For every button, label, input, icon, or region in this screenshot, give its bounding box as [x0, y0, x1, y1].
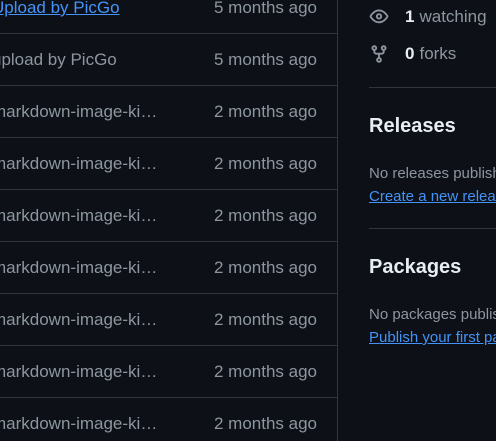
file-row[interactable]: markdown-image-ki… 2 months ago — [0, 398, 337, 441]
file-row[interactable]: markdown-image-ki… 2 months ago — [0, 86, 337, 138]
file-row[interactable]: markdown-image-ki… 2 months ago — [0, 346, 337, 398]
forks-label: forks — [419, 44, 457, 63]
commit-message-link[interactable]: markdown-image-ki… — [0, 242, 157, 294]
watchers-count: 1 — [405, 7, 415, 26]
repository-page: Upload by PicGo 5 months ago upload by P… — [0, 0, 496, 441]
commit-message-link[interactable]: markdown-image-ki… — [0, 86, 157, 138]
commit-time: 2 months ago — [213, 206, 317, 225]
section-divider — [369, 87, 496, 88]
forks-count: 0 — [405, 44, 415, 63]
eye-icon — [369, 7, 389, 27]
file-row[interactable]: markdown-image-ki… 2 months ago — [0, 242, 337, 294]
commit-time: 2 months ago — [213, 414, 317, 433]
create-release-link[interactable]: Create a new release — [369, 188, 496, 205]
repo-sidebar: 1 watching 0 forks Releases No releases … — [369, 0, 496, 441]
file-row[interactable]: markdown-image-ki… 2 months ago — [0, 190, 337, 242]
commit-time: 2 months ago — [213, 258, 317, 277]
forks-link[interactable]: 0 forks — [369, 42, 456, 66]
commit-time: 2 months ago — [213, 362, 317, 381]
repo-forked-icon — [369, 44, 389, 64]
commit-message-link[interactable]: Upload by PicGo — [0, 0, 120, 34]
commit-message-link[interactable]: markdown-image-ki… — [0, 190, 157, 242]
packages-heading[interactable]: Packages — [369, 256, 461, 279]
watchers-label: watching — [419, 7, 487, 26]
commit-message-link[interactable]: markdown-image-ki… — [0, 398, 157, 441]
section-divider — [369, 228, 496, 229]
commit-message-link[interactable]: markdown-image-ki… — [0, 346, 157, 398]
file-row[interactable]: markdown-image-ki… 2 months ago — [0, 138, 337, 190]
commit-time: 2 months ago — [213, 154, 317, 173]
commit-message-link[interactable]: upload by PicGo — [0, 34, 117, 86]
commit-message-link[interactable]: markdown-image-ki… — [0, 294, 157, 346]
releases-heading[interactable]: Releases — [369, 115, 456, 138]
commit-message-link[interactable]: markdown-image-ki… — [0, 138, 157, 190]
file-row[interactable]: Upload by PicGo 5 months ago — [0, 0, 337, 34]
commit-time: 2 months ago — [213, 310, 317, 329]
commit-time: 5 months ago — [213, 0, 317, 17]
watchers-link[interactable]: 1 watching — [369, 5, 487, 29]
no-packages-text: No packages published — [369, 306, 496, 323]
publish-package-link[interactable]: Publish your first package — [369, 329, 496, 346]
commit-time: 2 months ago — [213, 102, 317, 121]
commit-time: 5 months ago — [213, 50, 317, 69]
no-releases-text: No releases published — [369, 165, 496, 182]
file-list: Upload by PicGo 5 months ago upload by P… — [0, 0, 338, 441]
file-row[interactable]: markdown-image-ki… 2 months ago — [0, 294, 337, 346]
file-row[interactable]: upload by PicGo 5 months ago — [0, 34, 337, 86]
